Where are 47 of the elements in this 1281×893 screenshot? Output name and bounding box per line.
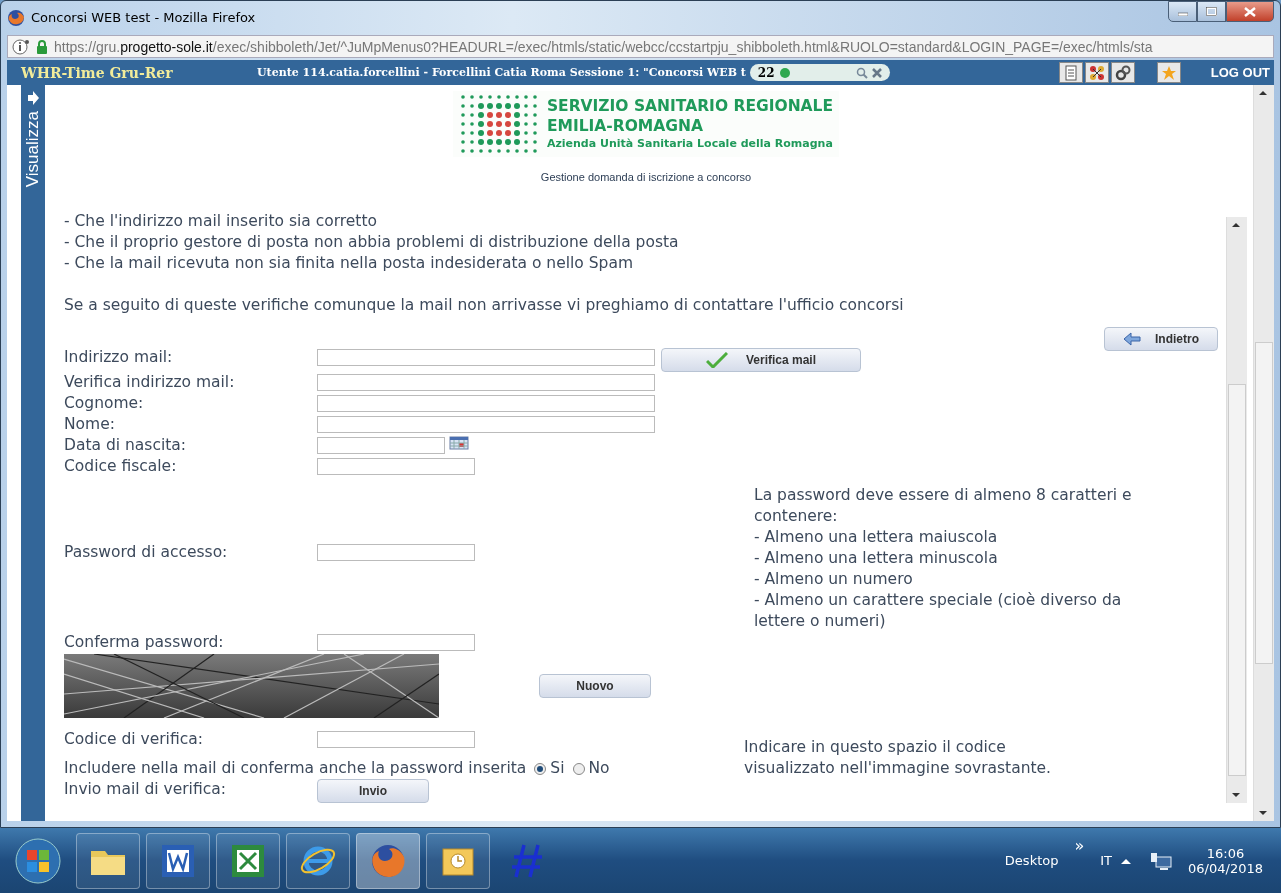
note-text: - Che il proprio gestore di posta non abbia problemi di distribuzione della posta	[64, 232, 680, 253]
field-label: Data di nascita:	[64, 435, 188, 456]
field-label: Codice fiscale:	[64, 456, 178, 477]
search-pill[interactable]: 22	[749, 64, 890, 81]
logo-text: EMILIA-ROMAGNA	[546, 116, 704, 136]
password-rule: - Almeno una lettera maiuscola	[754, 527, 999, 548]
contact-note: Se a seguito di queste verifiche comunque la mail non arrivasse vi preghiamo di contattare l'ufficio concorsi	[64, 295, 905, 316]
field-label: Includere nella mail di conferma anche la password inserita	[64, 758, 527, 779]
session-info: Sessione 1: "Concorsi WEB t	[569, 66, 746, 79]
field-label: Password di accesso:	[64, 542, 229, 564]
desktop-toolbar-label[interactable]: Desktop	[1004, 853, 1059, 868]
radio-label: Si	[550, 758, 565, 779]
captcha-hint: Indicare in questo spazio il codice visualizzato nell'immagine sovrastante.	[744, 737, 1053, 779]
field-label: Nome:	[64, 414, 116, 435]
password-rule: - Almeno una lettera minuscola	[754, 548, 999, 569]
url-text: https://gru.progetto-sole.it/exec/shibboleth/Jet/^JuMpMenus0?HEADURL=/exec/htmls/static/webcc/ccstartpju_shibboleth.html&RUOLO=standard&LOGIN_PAGE=/exec/htmls/sta	[54, 38, 1153, 55]
new-captcha-button[interactable]: Nuovo	[539, 674, 651, 698]
app-title: WHR-Time Gru-Rer	[21, 64, 174, 81]
sidebar-tab[interactable]: Visualizza	[21, 85, 45, 821]
page-subtitle: Gestione domanda di iscrizione a concorso	[540, 171, 752, 183]
back-button[interactable]: Indietro	[1104, 327, 1218, 351]
window-title: Concorsi WEB test - Mozilla Firefox	[31, 10, 257, 25]
clock-date[interactable]: 06/04/2018	[1188, 860, 1263, 876]
note-text: - Che l'indirizzo mail inserito sia corretto	[64, 211, 378, 232]
verify-mail-button[interactable]: Verifica mail	[661, 348, 861, 372]
field-label: Conferma password:	[64, 632, 225, 653]
field-label: Indirizzo mail:	[64, 347, 174, 368]
logout-link[interactable]: LOG OUT	[1210, 65, 1270, 80]
overflow-chevron[interactable]: »	[1074, 836, 1085, 855]
field-label: Verifica indirizzo mail:	[64, 372, 236, 393]
password-rule: - Almeno un carattere speciale (cioè diverso da lettere o numeri)	[754, 590, 1123, 632]
user-info: Utente 114.catia.forcellini - Forcellini Catia Roma	[257, 66, 566, 79]
address-bar[interactable]: https://gru.progetto-sole.it/exec/shibboleth/Jet/^JuMpMenus0?HEADURL=/exec/htmls/static/webcc/ccstartpju_shibboleth.html&RUOLO=standard&LOGIN_PAGE=/exec/htmls/sta	[7, 35, 1274, 58]
note-text: - Che la mail ricevuta non sia finita nella posta indesiderata o nello Spam	[64, 253, 634, 274]
logo-text: SERVIZIO SANITARIO REGIONALE	[546, 96, 834, 116]
language-indicator[interactable]: IT	[1100, 853, 1113, 868]
notification-count: 22	[757, 65, 775, 80]
clock-time[interactable]: 16:06	[1206, 845, 1245, 861]
password-rule: La password deve essere di almeno 8 caratteri e contenere:	[754, 485, 1133, 527]
password-rule: - Almeno un numero	[754, 569, 914, 590]
logo-subtext: Azienda Unità Sanitaria Locale della Romagna	[546, 136, 834, 152]
sidebar-label: Visualizza	[23, 111, 43, 188]
radio-label: No	[588, 758, 610, 779]
field-label: Invio mail di verifica:	[64, 779, 227, 800]
send-button[interactable]: Invio	[317, 779, 429, 803]
field-label: Codice di verifica:	[64, 729, 204, 750]
field-label: Cognome:	[64, 393, 145, 414]
